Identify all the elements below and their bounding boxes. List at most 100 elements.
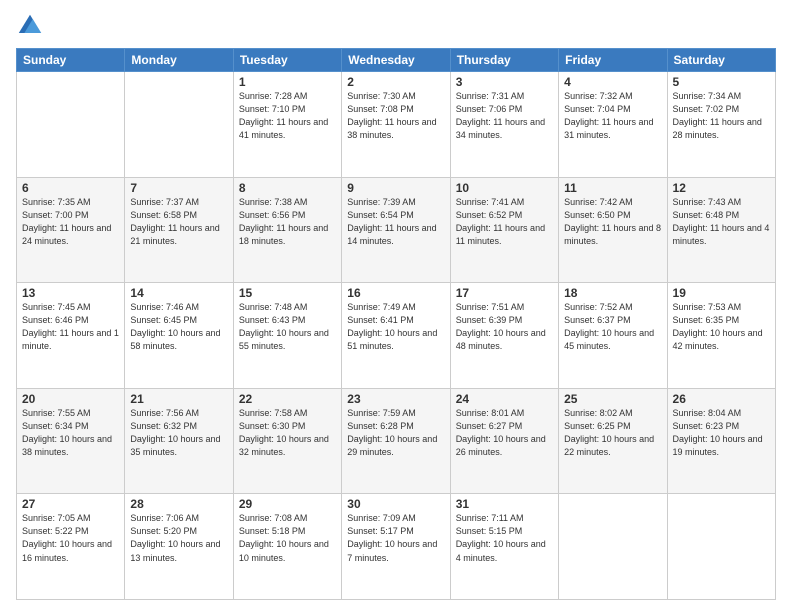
day-cell: 4 Sunrise: 7:32 AMSunset: 7:04 PMDaylight… [559,72,667,178]
week-row-4: 27 Sunrise: 7:05 AMSunset: 5:22 PMDayligh… [17,494,776,600]
day-info: Sunrise: 7:28 AMSunset: 7:10 PMDaylight:… [239,91,328,140]
day-number: 2 [347,75,444,89]
day-info: Sunrise: 7:08 AMSunset: 5:18 PMDaylight:… [239,513,329,562]
day-number: 21 [130,392,227,406]
day-cell [667,494,775,600]
day-number: 20 [22,392,119,406]
day-info: Sunrise: 7:51 AMSunset: 6:39 PMDaylight:… [456,302,546,351]
day-info: Sunrise: 7:05 AMSunset: 5:22 PMDaylight:… [22,513,112,562]
week-row-1: 6 Sunrise: 7:35 AMSunset: 7:00 PMDaylight… [17,177,776,283]
day-cell: 23 Sunrise: 7:59 AMSunset: 6:28 PMDayligh… [342,388,450,494]
day-number: 9 [347,181,444,195]
day-number: 5 [673,75,770,89]
day-number: 1 [239,75,336,89]
day-cell: 19 Sunrise: 7:53 AMSunset: 6:35 PMDayligh… [667,283,775,389]
day-info: Sunrise: 7:52 AMSunset: 6:37 PMDaylight:… [564,302,654,351]
day-cell: 8 Sunrise: 7:38 AMSunset: 6:56 PMDaylight… [233,177,341,283]
day-number: 17 [456,286,553,300]
day-number: 15 [239,286,336,300]
day-number: 6 [22,181,119,195]
day-number: 31 [456,497,553,511]
week-row-3: 20 Sunrise: 7:55 AMSunset: 6:34 PMDayligh… [17,388,776,494]
day-info: Sunrise: 7:46 AMSunset: 6:45 PMDaylight:… [130,302,220,351]
day-number: 3 [456,75,553,89]
day-info: Sunrise: 7:35 AMSunset: 7:00 PMDaylight:… [22,197,111,246]
day-number: 29 [239,497,336,511]
day-cell: 29 Sunrise: 7:08 AMSunset: 5:18 PMDayligh… [233,494,341,600]
day-info: Sunrise: 8:04 AMSunset: 6:23 PMDaylight:… [673,408,763,457]
day-cell: 13 Sunrise: 7:45 AMSunset: 6:46 PMDayligh… [17,283,125,389]
day-number: 26 [673,392,770,406]
day-number: 30 [347,497,444,511]
day-number: 10 [456,181,553,195]
day-info: Sunrise: 7:30 AMSunset: 7:08 PMDaylight:… [347,91,436,140]
day-cell: 30 Sunrise: 7:09 AMSunset: 5:17 PMDayligh… [342,494,450,600]
day-info: Sunrise: 7:37 AMSunset: 6:58 PMDaylight:… [130,197,219,246]
day-cell: 26 Sunrise: 8:04 AMSunset: 6:23 PMDayligh… [667,388,775,494]
day-info: Sunrise: 8:02 AMSunset: 6:25 PMDaylight:… [564,408,654,457]
day-cell [17,72,125,178]
day-info: Sunrise: 7:32 AMSunset: 7:04 PMDaylight:… [564,91,653,140]
day-number: 11 [564,181,661,195]
day-number: 12 [673,181,770,195]
day-number: 28 [130,497,227,511]
day-info: Sunrise: 7:59 AMSunset: 6:28 PMDaylight:… [347,408,437,457]
calendar-table: SundayMondayTuesdayWednesdayThursdayFrid… [16,48,776,600]
day-cell: 15Sunrise: 7:48 AMSunset: 6:43 PMDayligh… [233,283,341,389]
weekday-header-tuesday: Tuesday [233,49,341,72]
day-info: Sunrise: 7:41 AMSunset: 6:52 PMDaylight:… [456,197,545,246]
day-cell: 24 Sunrise: 8:01 AMSunset: 6:27 PMDayligh… [450,388,558,494]
day-cell: 10 Sunrise: 7:41 AMSunset: 6:52 PMDayligh… [450,177,558,283]
day-info: Sunrise: 7:06 AMSunset: 5:20 PMDaylight:… [130,513,220,562]
day-cell: 21 Sunrise: 7:56 AMSunset: 6:32 PMDayligh… [125,388,233,494]
day-number: 4 [564,75,661,89]
week-row-2: 13 Sunrise: 7:45 AMSunset: 6:46 PMDayligh… [17,283,776,389]
day-info: Sunrise: 7:34 AMSunset: 7:02 PMDaylight:… [673,91,762,140]
day-cell: 18Sunrise: 7:52 AMSunset: 6:37 PMDayligh… [559,283,667,389]
day-cell: 1 Sunrise: 7:28 AMSunset: 7:10 PMDaylight… [233,72,341,178]
day-number: 7 [130,181,227,195]
day-cell: 12 Sunrise: 7:43 AMSunset: 6:48 PMDayligh… [667,177,775,283]
day-cell: 3Sunrise: 7:31 AMSunset: 7:06 PMDaylight… [450,72,558,178]
logo-icon [16,12,44,40]
day-info: Sunrise: 7:58 AMSunset: 6:30 PMDaylight:… [239,408,329,457]
day-cell: 2 Sunrise: 7:30 AMSunset: 7:08 PMDaylight… [342,72,450,178]
weekday-header-wednesday: Wednesday [342,49,450,72]
day-info: Sunrise: 7:11 AMSunset: 5:15 PMDaylight:… [456,513,546,562]
day-cell: 16Sunrise: 7:49 AMSunset: 6:41 PMDayligh… [342,283,450,389]
day-info: Sunrise: 7:56 AMSunset: 6:32 PMDaylight:… [130,408,220,457]
week-row-0: 1 Sunrise: 7:28 AMSunset: 7:10 PMDaylight… [17,72,776,178]
day-info: Sunrise: 7:55 AMSunset: 6:34 PMDaylight:… [22,408,112,457]
day-number: 27 [22,497,119,511]
day-cell: 27 Sunrise: 7:05 AMSunset: 5:22 PMDayligh… [17,494,125,600]
weekday-header-thursday: Thursday [450,49,558,72]
day-number: 13 [22,286,119,300]
day-number: 14 [130,286,227,300]
day-cell [125,72,233,178]
day-cell: 6 Sunrise: 7:35 AMSunset: 7:00 PMDaylight… [17,177,125,283]
day-cell: 9Sunrise: 7:39 AMSunset: 6:54 PMDaylight… [342,177,450,283]
day-info: Sunrise: 8:01 AMSunset: 6:27 PMDaylight:… [456,408,546,457]
day-number: 23 [347,392,444,406]
day-info: Sunrise: 7:09 AMSunset: 5:17 PMDaylight:… [347,513,437,562]
day-number: 24 [456,392,553,406]
day-cell: 11Sunrise: 7:42 AMSunset: 6:50 PMDayligh… [559,177,667,283]
day-info: Sunrise: 7:45 AMSunset: 6:46 PMDaylight:… [22,302,119,351]
weekday-header-sunday: Sunday [17,49,125,72]
day-cell: 5 Sunrise: 7:34 AMSunset: 7:02 PMDaylight… [667,72,775,178]
day-cell: 28 Sunrise: 7:06 AMSunset: 5:20 PMDayligh… [125,494,233,600]
day-cell: 17 Sunrise: 7:51 AMSunset: 6:39 PMDayligh… [450,283,558,389]
day-info: Sunrise: 7:38 AMSunset: 6:56 PMDaylight:… [239,197,328,246]
page: SundayMondayTuesdayWednesdayThursdayFrid… [0,0,792,612]
day-info: Sunrise: 7:53 AMSunset: 6:35 PMDaylight:… [673,302,763,351]
day-cell: 31 Sunrise: 7:11 AMSunset: 5:15 PMDayligh… [450,494,558,600]
weekday-header-row: SundayMondayTuesdayWednesdayThursdayFrid… [17,49,776,72]
day-number: 22 [239,392,336,406]
day-number: 8 [239,181,336,195]
day-cell: 7 Sunrise: 7:37 AMSunset: 6:58 PMDaylight… [125,177,233,283]
header [16,12,776,40]
day-cell [559,494,667,600]
day-number: 19 [673,286,770,300]
day-cell: 14 Sunrise: 7:46 AMSunset: 6:45 PMDayligh… [125,283,233,389]
day-info: Sunrise: 7:43 AMSunset: 6:48 PMDaylight:… [673,197,770,246]
